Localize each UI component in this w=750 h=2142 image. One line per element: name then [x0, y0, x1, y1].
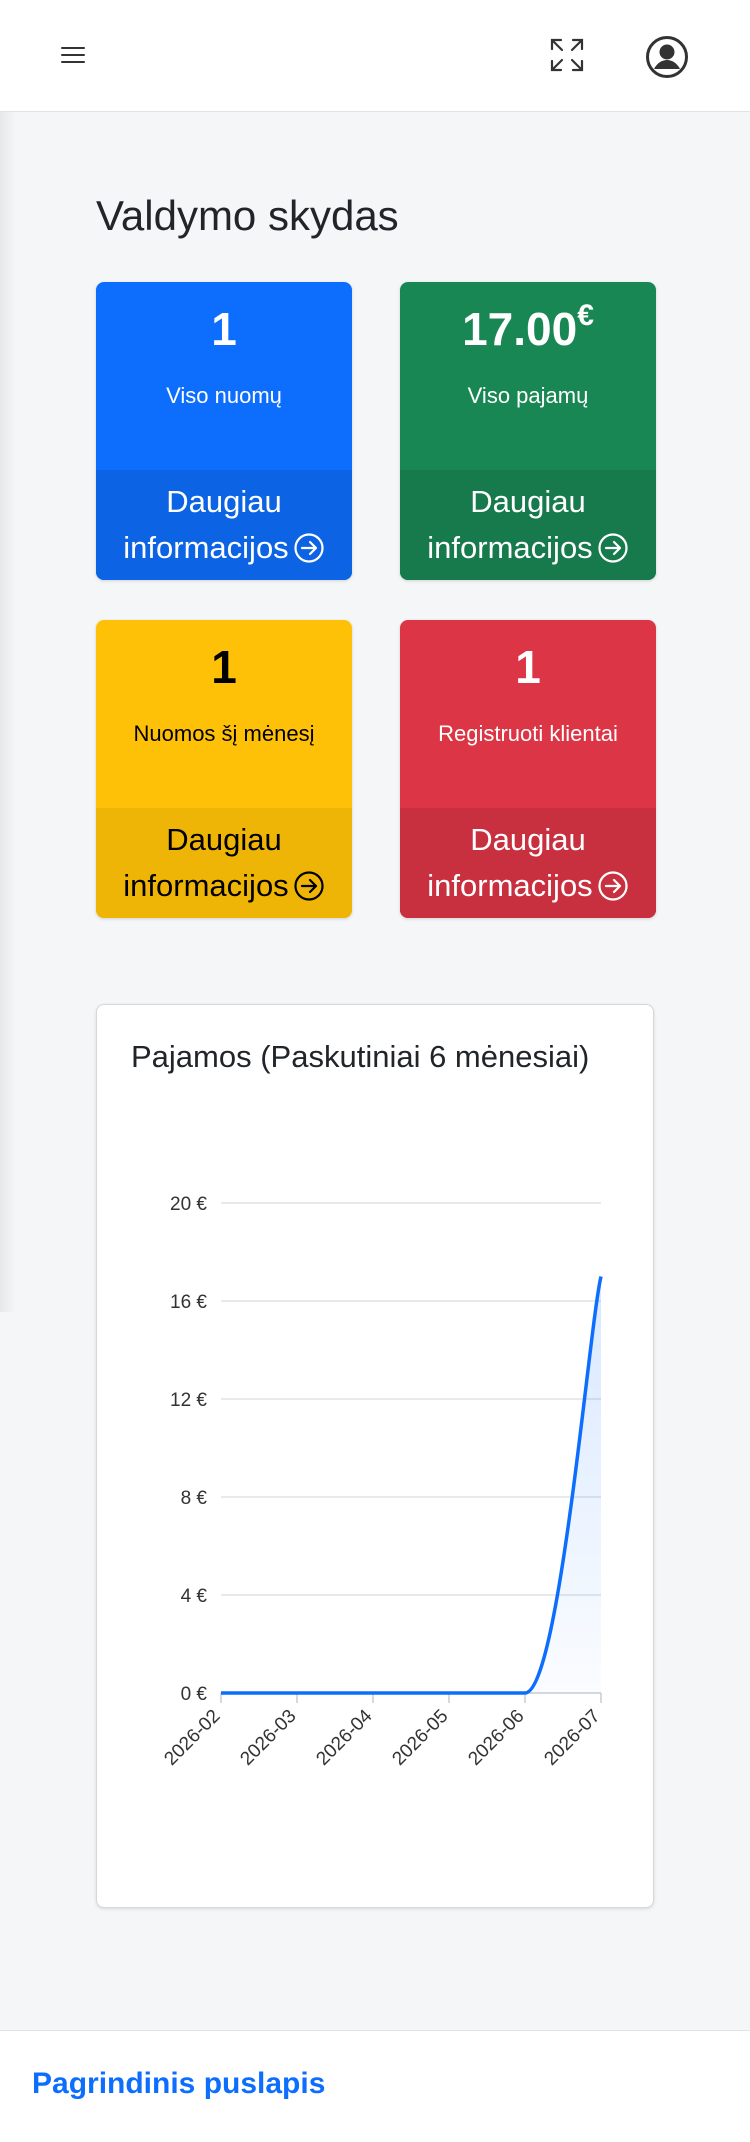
- page-footer: Pagrindinis puslapis: [0, 2030, 750, 2142]
- y-tick-label: 16 €: [170, 1292, 207, 1313]
- arrow-right-circle-icon: [598, 871, 628, 901]
- stat-value: 17.00€: [462, 299, 594, 355]
- y-tick-label: 0 €: [181, 1684, 208, 1705]
- stat-label: Viso nuomų: [166, 383, 282, 409]
- stat-label: Viso pajamų: [467, 383, 589, 409]
- stat-value: 1: [515, 641, 541, 693]
- series-line: [220, 1276, 603, 1695]
- x-tick-label: 2026-07: [540, 1706, 604, 1770]
- page-title: Valdymo skydas: [96, 192, 399, 239]
- x-tick-label: 2026-06: [464, 1706, 528, 1770]
- stat-label: Nuomos šį mėnesį: [133, 721, 315, 747]
- arrow-right-circle-icon: [294, 533, 324, 563]
- fullscreen-expand-icon: [550, 38, 584, 72]
- y-tick-label: 4 €: [181, 1586, 208, 1607]
- more-info-label: Daugiau informacijos: [123, 821, 289, 904]
- stat-card-clients: 1 Registruoti klientai Daugiau informaci…: [400, 620, 656, 918]
- menu-toggle-button[interactable]: [58, 40, 88, 70]
- user-circle-icon: [646, 36, 688, 78]
- more-info-link[interactable]: Daugiau informacijos: [96, 808, 352, 918]
- y-tick-label: 8 €: [181, 1488, 208, 1509]
- y-tick-label: 20 €: [170, 1194, 207, 1215]
- arrow-right-circle-icon: [598, 533, 628, 563]
- sidebar-shadow: [0, 112, 16, 1312]
- currency-suffix: €: [577, 299, 594, 332]
- more-info-link[interactable]: Daugiau informacijos: [400, 470, 656, 580]
- home-link[interactable]: Pagrindinis puslapis: [32, 2067, 325, 2101]
- user-menu-button[interactable]: [644, 34, 690, 80]
- stat-value: 1: [211, 641, 237, 693]
- arrow-right-circle-icon: [294, 871, 324, 901]
- more-info-label: Daugiau informacijos: [123, 483, 289, 566]
- x-tick-label: 2026-03: [236, 1706, 300, 1770]
- stat-value: 1: [211, 303, 237, 355]
- hamburger-icon: [61, 47, 85, 63]
- y-tick-label: 12 €: [170, 1390, 207, 1411]
- revenue-chart-card: Pajamos (Paskutiniai 6 mėnesiai) 0 €4 €8…: [96, 1004, 654, 1908]
- stat-card-rentals: 1 Viso nuomų Daugiau informacijos: [96, 282, 352, 580]
- revenue-line-chart: 0 €4 €8 €12 €16 €20 €2026-02 2026-03 2026-…: [160, 1194, 604, 1770]
- stat-label: Registruoti klientai: [438, 721, 618, 747]
- series-area: [221, 1276, 601, 1693]
- more-info-label: Daugiau informacijos: [427, 483, 593, 566]
- x-tick-label: 2026-04: [312, 1705, 376, 1769]
- stat-card-revenue: 17.00€ Viso pajamų Daugiau informacijos: [400, 282, 656, 580]
- x-tick-label: 2026-05: [388, 1706, 452, 1770]
- top-navbar: [0, 0, 750, 112]
- more-info-label: Daugiau informacijos: [427, 821, 593, 904]
- fullscreen-button[interactable]: [546, 34, 588, 76]
- more-info-link[interactable]: Daugiau informacijos: [400, 808, 656, 918]
- stat-card-monthly-rentals: 1 Nuomos šį mėnesį Daugiau informacijos: [96, 620, 352, 918]
- x-tick-label: 2026-02: [160, 1706, 224, 1770]
- more-info-link[interactable]: Daugiau informacijos: [96, 470, 352, 580]
